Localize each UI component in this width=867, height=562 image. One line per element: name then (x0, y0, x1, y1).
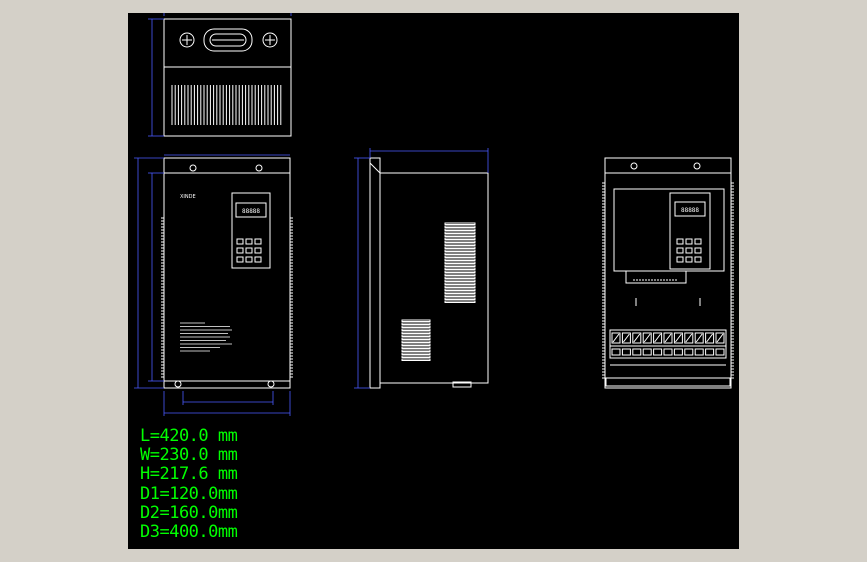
dim-d1: D1=120.0mm (140, 483, 238, 504)
front-dims (134, 154, 291, 416)
dim-width: W=230.0 mm (140, 445, 238, 466)
keypad-display: 88888 (681, 207, 699, 214)
dimension-list: L=420.0 mm W=230.0 mm H=217.6 mm D1=120.… (140, 426, 238, 543)
dim-d3: D3=400.0mm (140, 522, 238, 543)
brand-label: XINDE (180, 194, 196, 200)
dim-length: L=420.0 mm (140, 426, 238, 446)
top-view (163, 18, 292, 137)
keypad-display: 88888 (242, 208, 260, 215)
dim-height: H=217.6 mm (140, 464, 238, 485)
front-view: 88888 (161, 157, 293, 389)
cad-viewport[interactable]: 88888 XINDE 88888 L=420.0 mm W=230.0 mm … (128, 13, 739, 549)
dim-d2: D2=160.0mm (140, 502, 238, 523)
side-view (369, 157, 489, 389)
open-view: 88888 (602, 157, 734, 389)
